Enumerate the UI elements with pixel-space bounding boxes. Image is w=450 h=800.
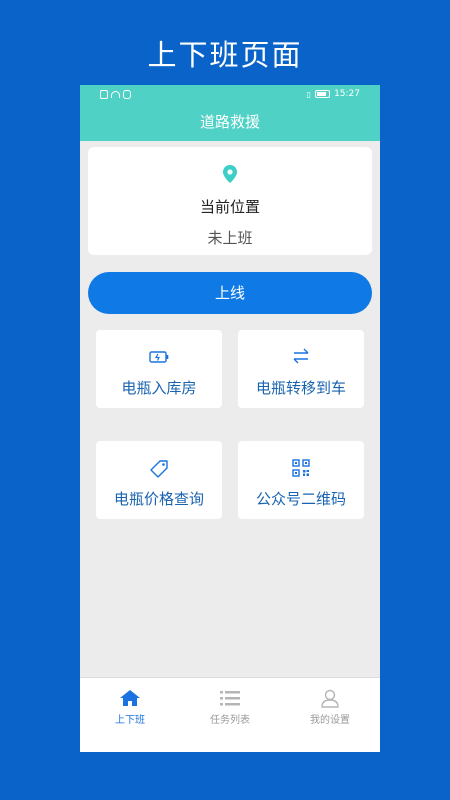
battery-icon <box>149 348 169 367</box>
tile-label: 公众号二维码 <box>255 490 346 508</box>
tile-label: 电瓶转移到车 <box>255 379 346 397</box>
notification-icon <box>123 90 131 99</box>
battery-storage-tile[interactable]: 电瓶入库房 <box>96 330 222 408</box>
page-title: 道路救援 <box>80 105 380 141</box>
phone-screen: ▯ 15:27 道路救援 当前位置 未上班 上线 电瓶入库房 电瓶转移到车 电瓶… <box>80 85 380 752</box>
tab-label: 我的设置 <box>310 715 350 726</box>
tab-label: 任务列表 <box>210 715 250 726</box>
promo-title: 上下班页面 <box>147 38 303 72</box>
work-status: 未上班 <box>207 229 253 247</box>
go-online-button[interactable]: 上线 <box>88 272 372 314</box>
price-tag-icon <box>149 459 169 483</box>
transfer-arrows-icon <box>292 348 310 368</box>
qr-code-icon <box>292 459 310 481</box>
status-icons-left <box>100 90 131 99</box>
tab-my-settings[interactable]: 我的设置 <box>280 678 380 738</box>
bottom-tab-bar: 上下班 任务列表 我的设置 <box>80 677 380 752</box>
home-icon <box>119 689 141 711</box>
status-bar: ▯ 15:27 <box>80 85 380 105</box>
location-title: 当前位置 <box>199 198 260 216</box>
location-card: 当前位置 未上班 <box>88 147 372 255</box>
tile-label: 电瓶价格查询 <box>113 490 204 508</box>
vibrate-icon: ▯ <box>306 89 312 99</box>
battery-transfer-tile[interactable]: 电瓶转移到车 <box>238 330 364 408</box>
list-icon <box>219 689 241 711</box>
sim-icon <box>100 90 108 99</box>
tile-label: 电瓶入库房 <box>121 379 197 397</box>
user-icon <box>320 689 340 712</box>
battery-price-tile[interactable]: 电瓶价格查询 <box>96 441 222 519</box>
qr-code-tile[interactable]: 公众号二维码 <box>238 441 364 519</box>
tab-task-list[interactable]: 任务列表 <box>180 678 280 738</box>
status-time: 15:27 <box>334 89 360 99</box>
location-pin-icon <box>223 165 237 187</box>
battery-status-icon <box>315 90 331 98</box>
wifi-icon <box>111 91 120 98</box>
tab-label: 上下班 <box>115 715 145 726</box>
tab-shift[interactable]: 上下班 <box>80 678 180 738</box>
status-icons-right: ▯ 15:27 <box>307 89 360 99</box>
